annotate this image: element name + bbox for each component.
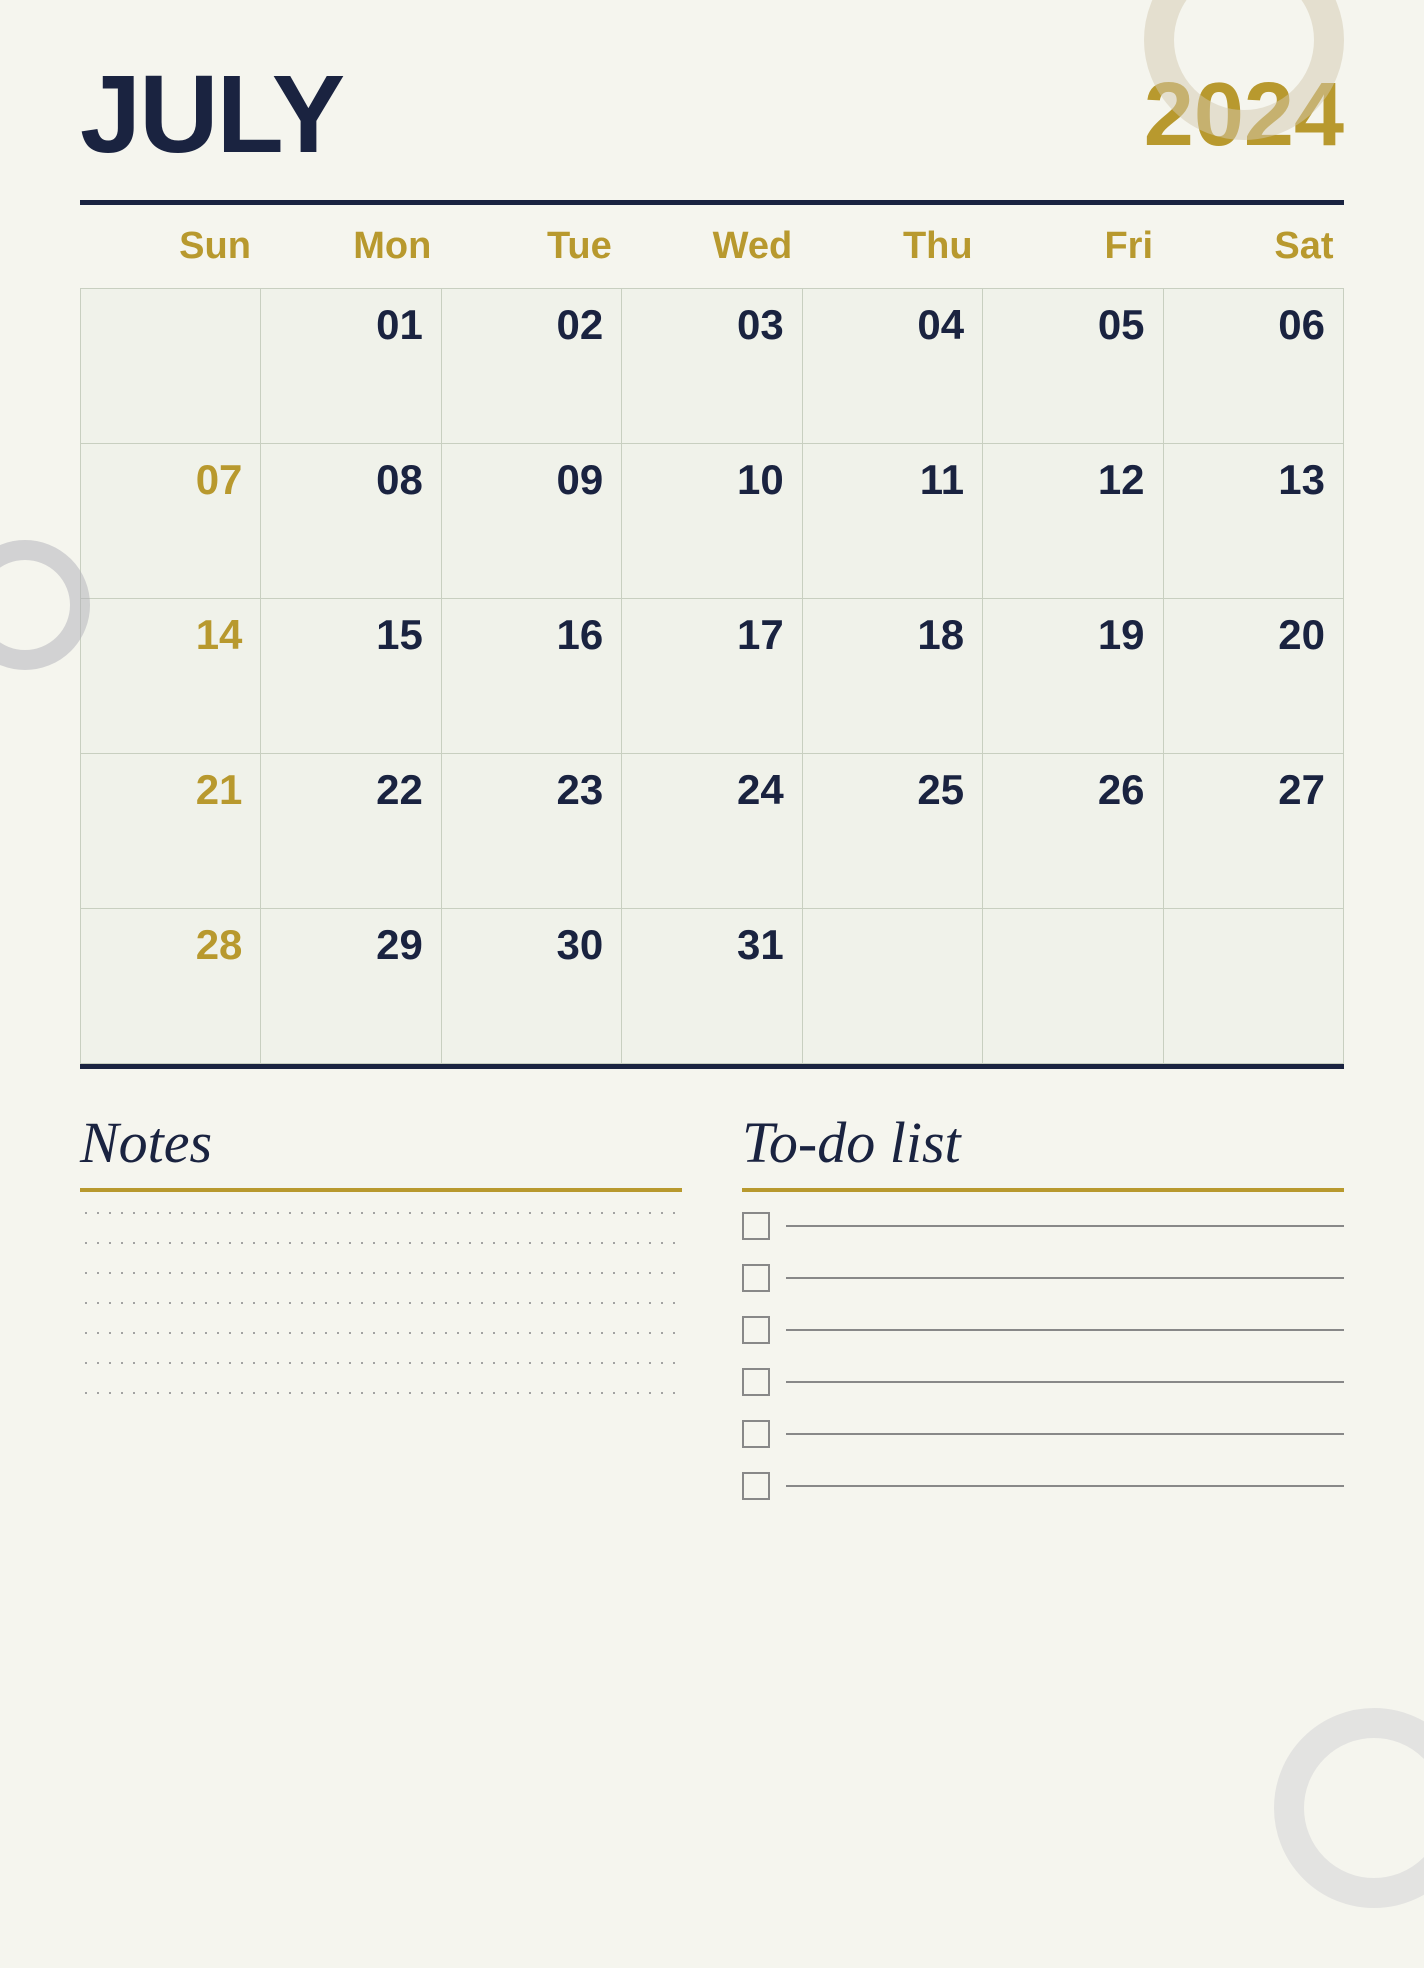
todo-item [742,1420,1344,1448]
calendar-day-cell: 05 [983,289,1163,444]
calendar-grid: Sun Mon Tue Wed Thu Fri Sat 010203040506… [80,205,1344,1064]
todo-underline [742,1188,1344,1192]
calendar-week-row: 07080910111213 [81,444,1344,599]
notes-dotted-line [80,1332,682,1334]
calendar-day-cell: 19 [983,599,1163,754]
todo-item-line [786,1433,1344,1435]
calendar-day-cell: 15 [261,599,441,754]
day-header-sun: Sun [81,205,261,289]
notes-title: Notes [80,1109,682,1176]
notes-underline [80,1188,682,1192]
todo-checkbox[interactable] [742,1472,770,1500]
day-header-fri: Fri [983,205,1163,289]
calendar-bottom-border [80,1064,1344,1069]
calendar-day-cell: 29 [261,909,441,1064]
calendar-day-cell: 26 [983,754,1163,909]
notes-dotted-line [80,1392,682,1394]
calendar-day-cell: 07 [81,444,261,599]
todo-item [742,1316,1344,1344]
todo-title: To-do list [742,1109,1344,1176]
notes-section: Notes [80,1109,682,1500]
todo-checkbox[interactable] [742,1420,770,1448]
calendar-day-cell: 28 [81,909,261,1064]
todo-item [742,1368,1344,1396]
calendar-page: JULY 20 24 Sun Mon Tue Wed Thu Fri Sat 01… [0,0,1424,1968]
calendar-day-cell [983,909,1163,1064]
calendar-day-cell: 24 [622,754,802,909]
calendar-day-cell: 25 [802,754,982,909]
notes-lines [80,1212,682,1394]
day-header-thu: Thu [802,205,982,289]
todo-item-line [786,1485,1344,1487]
todo-item [742,1212,1344,1240]
calendar-day-cell: 16 [441,599,621,754]
calendar-day-cell: 27 [1163,754,1343,909]
calendar-day-cell: 18 [802,599,982,754]
todo-item-line [786,1329,1344,1331]
notes-dotted-line [80,1272,682,1274]
todo-checkbox[interactable] [742,1316,770,1344]
todo-item [742,1472,1344,1500]
calendar-day-cell: 23 [441,754,621,909]
day-header-wed: Wed [622,205,802,289]
day-header-tue: Tue [441,205,621,289]
calendar-day-cell: 11 [802,444,982,599]
todo-checkbox[interactable] [742,1368,770,1396]
deco-circle-left [0,540,90,670]
todo-item [742,1264,1344,1292]
notes-dotted-line [80,1302,682,1304]
todo-item-line [786,1277,1344,1279]
todo-checkbox[interactable] [742,1212,770,1240]
calendar-day-cell [81,289,261,444]
calendar-day-cell: 09 [441,444,621,599]
calendar-week-row: 28293031 [81,909,1344,1064]
calendar-day-cell: 12 [983,444,1163,599]
month-title: JULY [80,60,343,170]
todo-checkbox[interactable] [742,1264,770,1292]
day-header-sat: Sat [1163,205,1343,289]
calendar-day-cell: 10 [622,444,802,599]
day-headers-row: Sun Mon Tue Wed Thu Fri Sat [81,205,1344,289]
bottom-section: Notes To-do list [80,1109,1344,1500]
notes-dotted-line [80,1362,682,1364]
notes-dotted-line [80,1242,682,1244]
day-header-mon: Mon [261,205,441,289]
calendar-day-cell: 01 [261,289,441,444]
calendar-day-cell: 02 [441,289,621,444]
calendar-day-cell: 22 [261,754,441,909]
calendar-week-row: 14151617181920 [81,599,1344,754]
todo-item-line [786,1225,1344,1227]
calendar-day-cell: 17 [622,599,802,754]
todo-section: To-do list [742,1109,1344,1500]
deco-circle-bottom-right [1274,1708,1424,1908]
calendar-day-cell: 13 [1163,444,1343,599]
calendar-day-cell: 03 [622,289,802,444]
calendar-day-cell: 21 [81,754,261,909]
calendar-day-cell: 08 [261,444,441,599]
calendar-week-row: 21222324252627 [81,754,1344,909]
calendar-day-cell: 31 [622,909,802,1064]
calendar-day-cell [1163,909,1343,1064]
todo-items [742,1212,1344,1500]
calendar-day-cell: 06 [1163,289,1343,444]
notes-dotted-line [80,1212,682,1214]
calendar-week-row: 010203040506 [81,289,1344,444]
calendar-day-cell: 14 [81,599,261,754]
calendar-day-cell: 04 [802,289,982,444]
calendar-day-cell [802,909,982,1064]
calendar-day-cell: 20 [1163,599,1343,754]
todo-item-line [786,1381,1344,1383]
calendar-day-cell: 30 [441,909,621,1064]
